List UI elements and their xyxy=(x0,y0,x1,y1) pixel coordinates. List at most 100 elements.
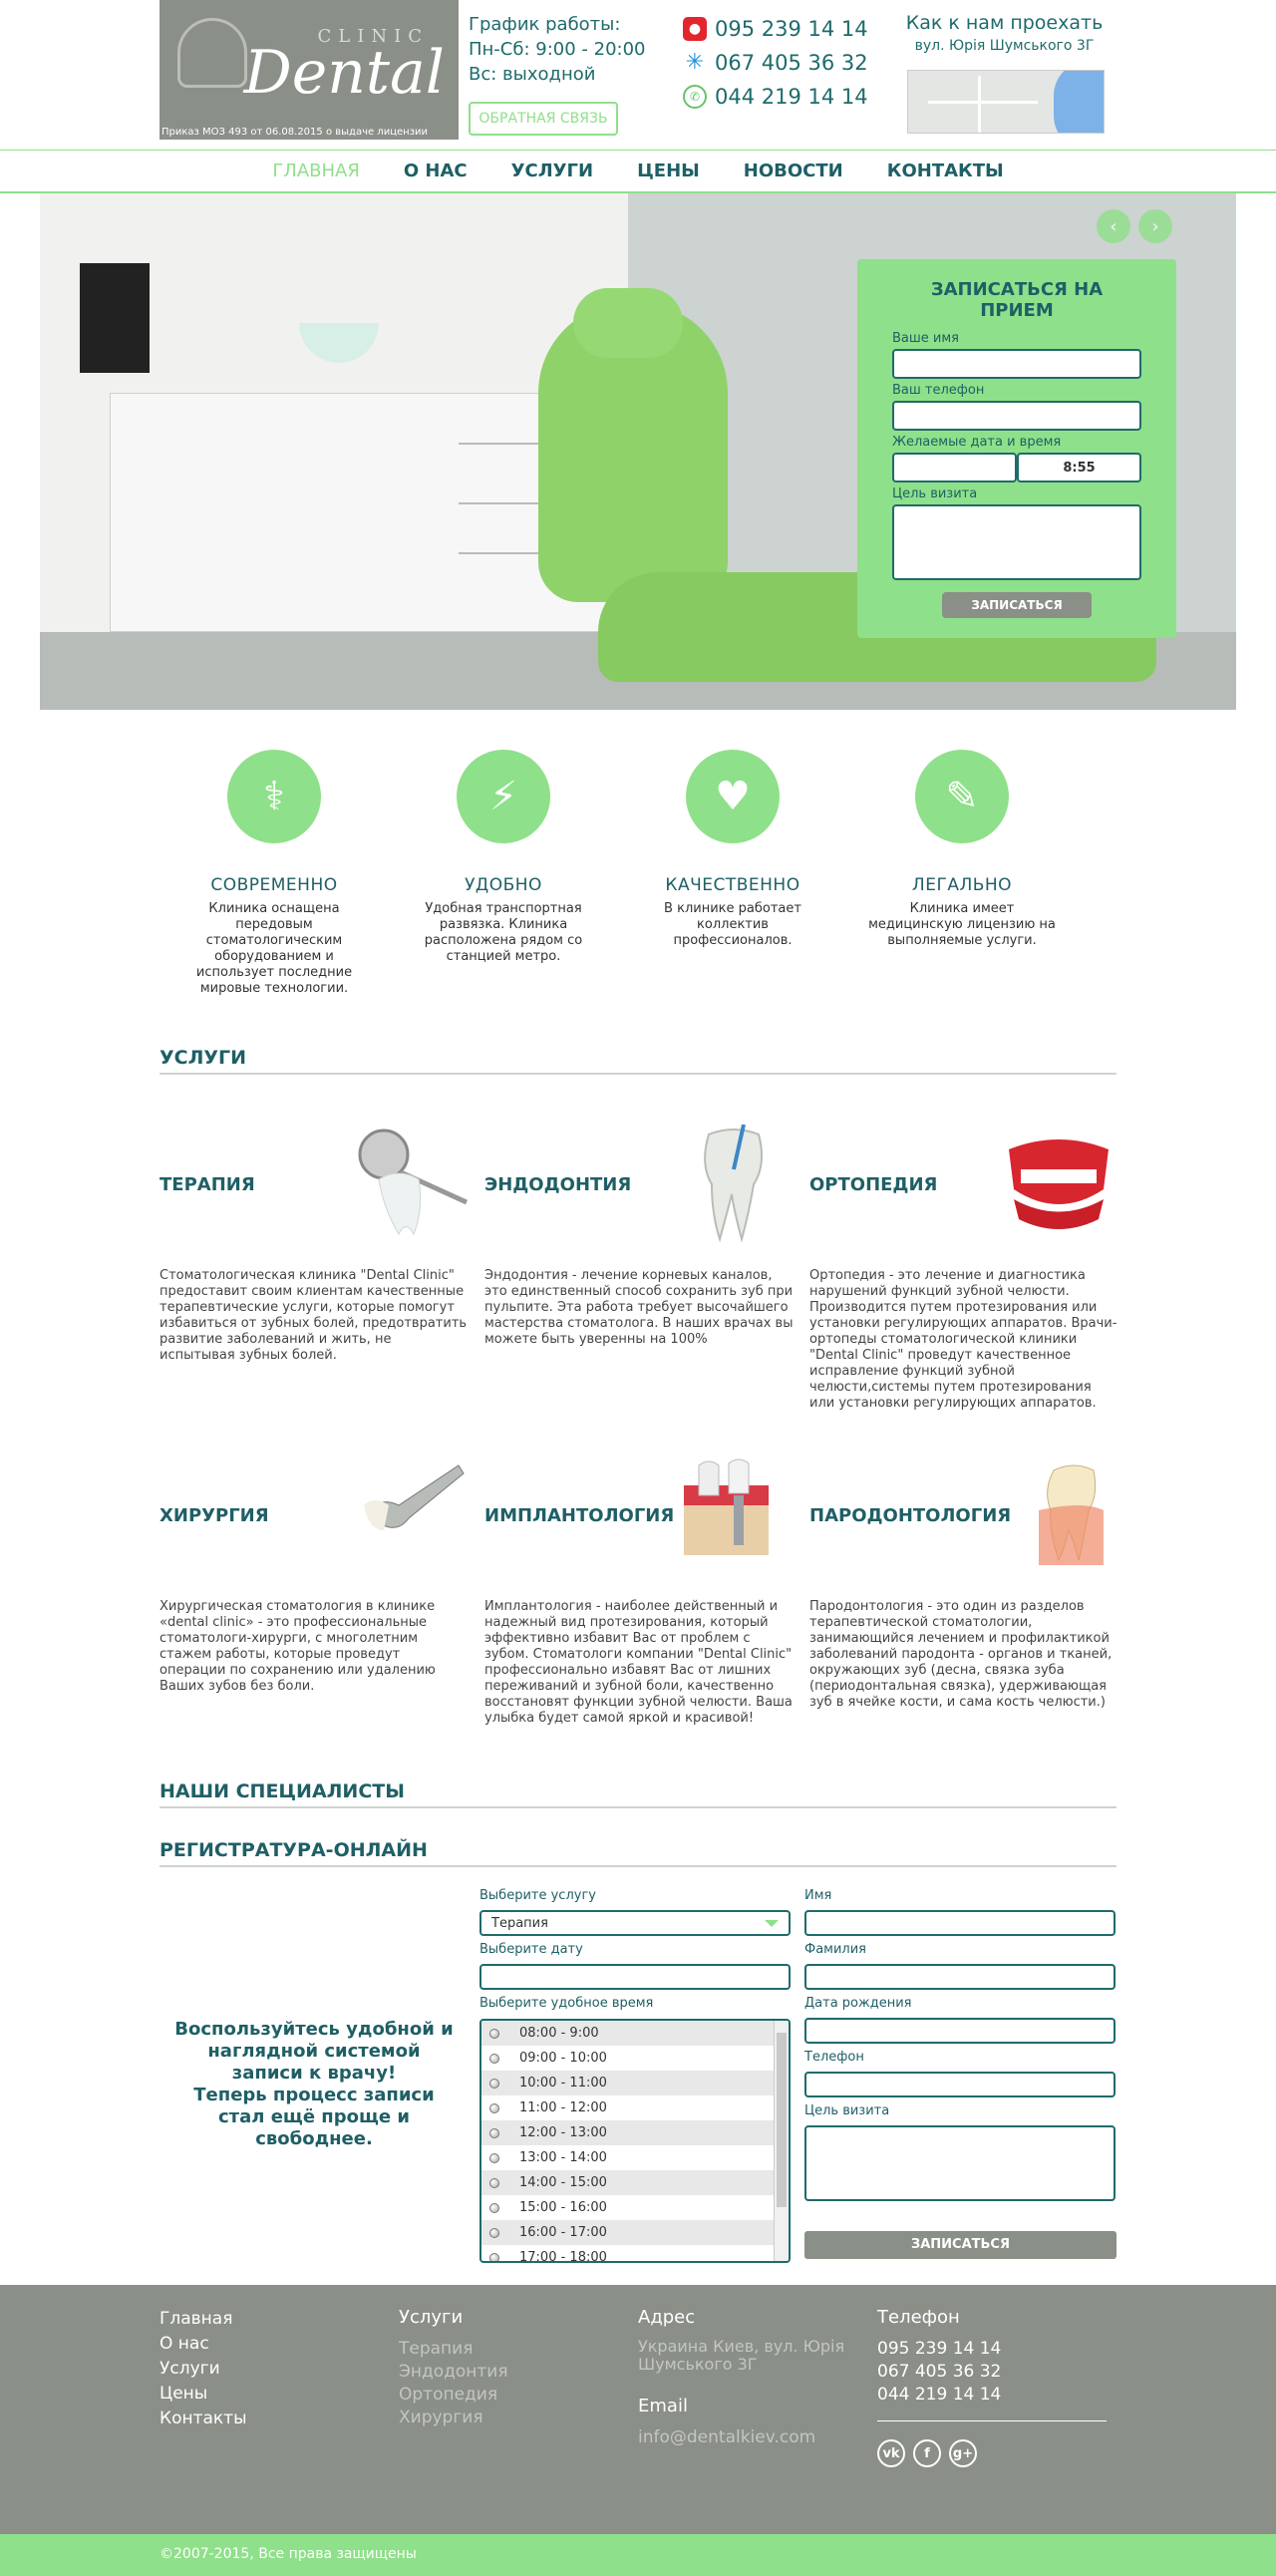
phone-number[interactable]: 067 405 36 32 xyxy=(715,46,868,80)
feature-text: Клиника оснащена передовым стоматологиче… xyxy=(195,901,353,996)
radio-icon[interactable] xyxy=(489,2202,499,2213)
service-endodontics[interactable]: ЭНДОДОНТИЯ Эндодонтия - лечение корневых… xyxy=(484,1125,794,1348)
scrollbar[interactable] xyxy=(774,2021,789,2261)
footer-service-link[interactable]: Хирургия xyxy=(399,2407,508,2429)
last-name-label: Фамилия xyxy=(804,1942,866,1957)
map-thumbnail[interactable] xyxy=(907,70,1105,134)
time-input[interactable]: 8:55 xyxy=(1017,453,1141,483)
phone-number[interactable]: 044 219 14 14 xyxy=(715,80,868,114)
radio-icon[interactable] xyxy=(489,2177,499,2188)
nav-item-services[interactable]: УСЛУГИ xyxy=(511,161,593,181)
phone-input[interactable] xyxy=(892,401,1141,431)
time-slot[interactable]: 09:00 - 10:00 xyxy=(481,2046,774,2071)
footer-phone[interactable]: 044 219 14 14 xyxy=(877,2384,1107,2407)
name-input[interactable] xyxy=(892,349,1141,379)
service-periodontics[interactable]: ПАРОДОНТОЛОГИЯ Пародонтология - это один… xyxy=(809,1455,1118,1711)
footer-phone[interactable]: 067 405 36 32 xyxy=(877,2361,1107,2384)
footer-service-link[interactable]: Эндодонтия xyxy=(399,2361,508,2384)
footer-link[interactable]: Главная xyxy=(160,2307,247,2332)
birth-date-input[interactable] xyxy=(804,2018,1116,2044)
prev-arrow-icon[interactable]: ‹ xyxy=(1097,209,1130,243)
time-slot[interactable]: 13:00 - 14:00 xyxy=(481,2145,774,2170)
service-title[interactable]: ОРТОПЕДИЯ xyxy=(809,1174,937,1195)
radio-icon[interactable] xyxy=(489,2078,499,2089)
service-therapy[interactable]: ТЕРАПИЯ Стоматологическая клиника "Denta… xyxy=(160,1125,469,1364)
appointment-submit-button[interactable]: ЗАПИСАТЬСЯ xyxy=(942,592,1092,618)
specialists-heading: НАШИ СПЕЦИАЛИСТЫ xyxy=(160,1780,1116,1808)
time-slot[interactable]: 16:00 - 17:00 xyxy=(481,2220,774,2245)
footer-phone[interactable]: 095 239 14 14 xyxy=(877,2338,1107,2361)
service-text: Эндодонтия - лечение корневых каналов, э… xyxy=(484,1268,794,1347)
radio-icon[interactable] xyxy=(489,2252,499,2261)
vk-icon[interactable]: vk xyxy=(877,2439,905,2467)
time-slot-label: 08:00 - 9:00 xyxy=(519,2026,599,2041)
footer-link[interactable]: Контакты xyxy=(160,2407,247,2431)
footer-email-heading: Email xyxy=(638,2396,688,2416)
time-slot-label: 13:00 - 14:00 xyxy=(519,2150,607,2165)
license-link[interactable]: Приказ МОЗ 493 от 06.08.2015 о выдаче ли… xyxy=(161,127,428,138)
nav-item-about[interactable]: О НАС xyxy=(404,161,468,181)
footer-link[interactable]: О нас xyxy=(160,2332,247,2357)
time-slot[interactable]: 15:00 - 16:00 xyxy=(481,2195,774,2220)
first-name-input[interactable] xyxy=(804,1910,1116,1936)
service-title[interactable]: ТЕРАПИЯ xyxy=(160,1174,255,1195)
time-slot[interactable]: 11:00 - 12:00 xyxy=(481,2095,774,2120)
date-input[interactable] xyxy=(479,1964,791,1990)
facebook-icon[interactable]: f xyxy=(913,2439,941,2467)
next-arrow-icon[interactable]: › xyxy=(1138,209,1172,243)
service-title[interactable]: ХИРУРГИЯ xyxy=(160,1505,269,1526)
radio-icon[interactable] xyxy=(489,2227,499,2238)
service-title[interactable]: ЭНДОДОНТИЯ xyxy=(484,1174,631,1195)
nav-item-prices[interactable]: ЦЕНЫ xyxy=(637,161,700,181)
google-plus-icon[interactable]: g+ xyxy=(949,2439,977,2467)
time-slot[interactable]: 17:00 - 18:00 xyxy=(481,2245,774,2261)
date-input[interactable] xyxy=(892,453,1017,483)
radio-icon[interactable] xyxy=(489,2102,499,2113)
logo[interactable]: CLINIC Dental Приказ МОЗ 493 от 06.08.20… xyxy=(160,0,459,140)
datetime-label: Желаемые дата и время xyxy=(892,435,1062,450)
feedback-button[interactable]: ОБРАТНАЯ СВЯЗЬ xyxy=(469,102,618,136)
copyright-bar: ©2007-2015, Все права защищены xyxy=(0,2534,1276,2576)
reg-phone-input[interactable] xyxy=(804,2072,1116,2097)
directions-title[interactable]: Как к нам проехать xyxy=(902,12,1107,34)
chevron-down-icon xyxy=(765,1919,779,1927)
appointment-form: ЗАПИСАТЬСЯ НА ПРИЕМ Ваше имя Ваш телефон… xyxy=(857,259,1176,638)
copyright-text: ©2007-2015, Все права защищены xyxy=(160,2546,417,2562)
radio-icon[interactable] xyxy=(489,2053,499,2064)
footer-service-link[interactable]: Терапия xyxy=(399,2338,508,2361)
service-implantology[interactable]: ИМПЛАНТОЛОГИЯ Имплантология - наиболее д… xyxy=(484,1455,794,1727)
registration-submit-button[interactable]: ЗАПИСАТЬСЯ xyxy=(804,2231,1116,2259)
reg-purpose-textarea[interactable] xyxy=(804,2125,1116,2201)
feature-legal: ✎ ЛЕГАЛЬНО Клиника имеет медицинскую лиц… xyxy=(867,750,1057,949)
service-title[interactable]: ПАРОДОНТОЛОГИЯ xyxy=(809,1505,1011,1526)
footer-email-link[interactable]: info@dentalkiev.com xyxy=(638,2426,847,2449)
license-icon: ✎ xyxy=(915,750,1009,843)
service-orthopedics[interactable]: ОРТОПЕДИЯ Ортопедия - это лечение и диаг… xyxy=(809,1125,1118,1412)
nav-item-news[interactable]: НОВОСТИ xyxy=(744,161,843,181)
phone-number[interactable]: 095 239 14 14 xyxy=(715,12,868,46)
nav-item-contacts[interactable]: КОНТАКТЫ xyxy=(887,161,1004,181)
footer-service-link[interactable]: Ортопедия xyxy=(399,2384,508,2407)
radio-icon[interactable] xyxy=(489,2152,499,2163)
slider-arrows: ‹ › xyxy=(1097,209,1172,243)
purpose-textarea[interactable] xyxy=(892,504,1141,580)
reg-phone-label: Телефон xyxy=(804,2050,864,2065)
time-slot[interactable]: 14:00 - 15:00 xyxy=(481,2170,774,2195)
time-slot[interactable]: 12:00 - 13:00 xyxy=(481,2120,774,2145)
footer-link[interactable]: Услуги xyxy=(160,2357,247,2382)
time-slot-label: 15:00 - 16:00 xyxy=(519,2200,607,2215)
radio-icon[interactable] xyxy=(489,2028,499,2039)
service-title[interactable]: ИМПЛАНТОЛОГИЯ xyxy=(484,1505,674,1526)
time-slot[interactable]: 10:00 - 11:00 xyxy=(481,2071,774,2095)
last-name-input[interactable] xyxy=(804,1964,1116,1990)
nav-item-home[interactable]: ГЛАВНАЯ xyxy=(272,161,360,181)
phone-list: ● 095 239 14 14 ✳ 067 405 36 32 ✆ 044 219 1… xyxy=(683,12,868,114)
date-select-label: Выберите дату xyxy=(479,1942,583,1957)
service-surgery[interactable]: ХИРУРГИЯ Хирургическая стоматология в кл… xyxy=(160,1455,469,1695)
time-slot[interactable]: 08:00 - 9:00 xyxy=(481,2021,774,2046)
radio-icon[interactable] xyxy=(489,2127,499,2138)
scrollbar-thumb[interactable] xyxy=(777,2033,787,2207)
service-select[interactable]: Терапия xyxy=(479,1910,791,1936)
footer-link[interactable]: Цены xyxy=(160,2382,247,2407)
time-select-label: Выберите удобное время xyxy=(479,1996,654,2011)
